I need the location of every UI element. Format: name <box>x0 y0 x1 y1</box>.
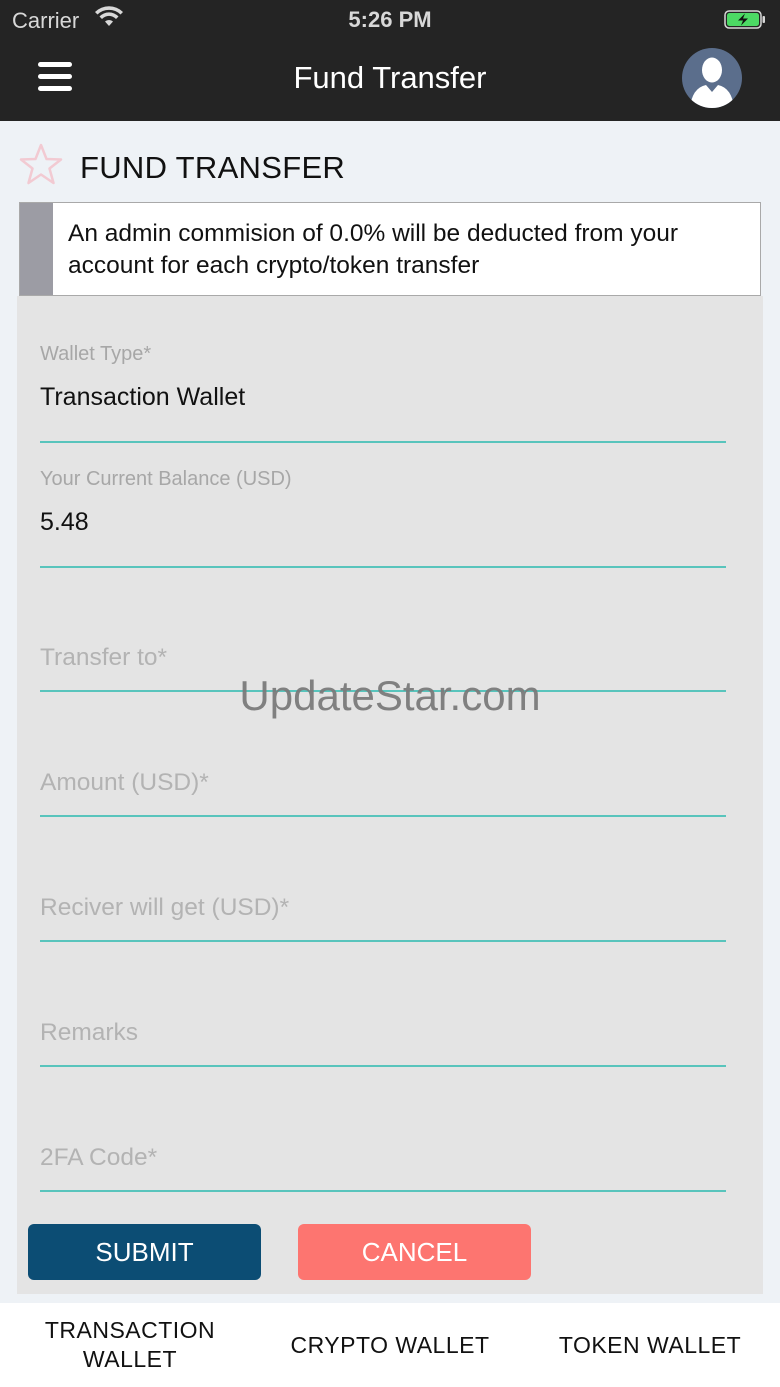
wallet-type-value[interactable]: Transaction Wallet <box>40 383 245 412</box>
balance-label: Your Current Balance (USD) <box>40 468 292 490</box>
clock: 5:26 PM <box>348 7 432 32</box>
twofa-code-placeholder: 2FA Code* <box>40 1144 158 1171</box>
field-underline <box>40 690 726 692</box>
user-avatar-icon[interactable] <box>682 48 742 108</box>
field-underline <box>40 1065 726 1067</box>
field-underline <box>40 441 726 443</box>
commission-notice: An admin commision of 0.0% will be deduc… <box>19 202 761 296</box>
wallet-type-label: Wallet Type* <box>40 343 152 365</box>
tab-label: CRYPTO WALLET <box>290 1331 490 1358</box>
field-underline <box>40 940 726 942</box>
notice-accent-bar <box>20 203 53 295</box>
submit-button[interactable]: SUBMIT <box>28 1224 261 1280</box>
amount-input[interactable]: Amount (USD)* <box>40 741 726 821</box>
amount-placeholder: Amount (USD)* <box>40 769 209 796</box>
transfer-to-placeholder: Transfer to* <box>40 644 168 671</box>
balance-field: Your Current Balance (USD) 5.48 <box>40 468 726 568</box>
star-outline-icon[interactable] <box>18 142 64 188</box>
tab-token-wallet[interactable]: TOKEN WALLET <box>520 1303 780 1387</box>
wallet-type-field[interactable]: Wallet Type* Transaction Wallet <box>40 343 726 443</box>
remarks-placeholder: Remarks <box>40 1019 139 1046</box>
battery-charging-icon <box>724 10 765 29</box>
field-underline <box>40 815 726 817</box>
section-header: FUND TRANSFER <box>18 142 758 192</box>
remarks-input[interactable]: Remarks <box>40 991 726 1071</box>
cancel-button[interactable]: CANCEL <box>298 1224 531 1280</box>
tab-crypto-wallet[interactable]: CRYPTO WALLET <box>260 1303 520 1387</box>
receiver-amount-placeholder: Reciver will get (USD)* <box>40 894 290 921</box>
field-underline <box>40 566 726 568</box>
transfer-to-input[interactable]: Transfer to* <box>40 616 726 696</box>
section-title: FUND TRANSFER <box>80 150 346 185</box>
tab-transaction-wallet[interactable]: TRANSACTION WALLET <box>0 1303 260 1387</box>
receiver-amount-input[interactable]: Reciver will get (USD)* <box>40 866 726 946</box>
fund-transfer-form: Wallet Type* Transaction Wallet Your Cur… <box>17 296 763 1294</box>
twofa-code-input[interactable]: 2FA Code* <box>40 1116 726 1196</box>
tab-label: TRANSACTION WALLET <box>44 1317 216 1372</box>
page-title: Fund Transfer <box>293 60 487 95</box>
field-underline <box>40 1190 726 1192</box>
status-bar: Carrier 5:26 PM <box>0 0 780 40</box>
navigation-bar: Fund Transfer <box>0 40 780 121</box>
balance-value: 5.48 <box>40 508 89 536</box>
notice-text: An admin commision of 0.0% will be deduc… <box>68 220 679 279</box>
bottom-tab-bar: TRANSACTION WALLET CRYPTO WALLET TOKEN W… <box>0 1303 780 1387</box>
tab-label: TOKEN WALLET <box>558 1331 742 1358</box>
